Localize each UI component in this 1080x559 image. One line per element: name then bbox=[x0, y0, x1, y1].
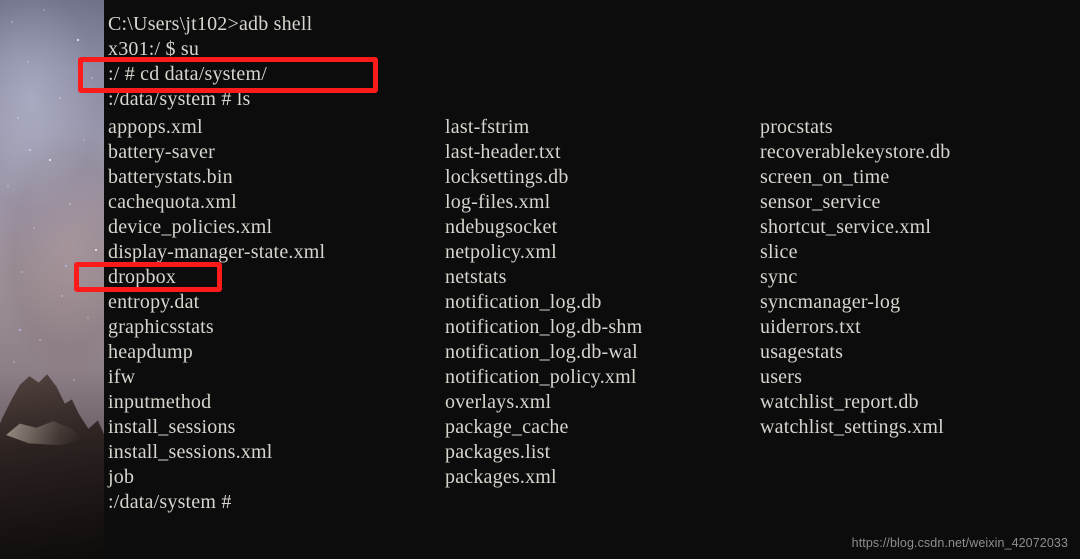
list-item[interactable]: entropy.dat bbox=[108, 290, 325, 315]
list-item[interactable]: ifw bbox=[108, 365, 325, 390]
list-item[interactable]: netpolicy.xml bbox=[445, 240, 642, 265]
terminal-prompt-line: :/data/system # bbox=[108, 491, 232, 513]
list-item[interactable]: users bbox=[760, 365, 950, 390]
list-item[interactable]: locksettings.db bbox=[445, 165, 642, 190]
list-item[interactable]: notification_policy.xml bbox=[445, 365, 642, 390]
list-item[interactable]: log-files.xml bbox=[445, 190, 642, 215]
list-item[interactable]: appops.xml bbox=[108, 115, 325, 140]
list-item[interactable]: overlays.xml bbox=[445, 390, 642, 415]
list-item[interactable]: device_policies.xml bbox=[108, 215, 325, 240]
desktop-wallpaper bbox=[0, 0, 104, 559]
terminal-line-adb-shell: C:\Users\jt102>adb shell bbox=[108, 13, 313, 35]
listing-column-3: procstats recoverablekeystore.db screen_… bbox=[760, 115, 950, 440]
list-item[interactable]: graphicsstats bbox=[108, 315, 325, 340]
list-item[interactable]: sync bbox=[760, 265, 950, 290]
list-item[interactable]: shortcut_service.xml bbox=[760, 215, 950, 240]
list-item[interactable]: procstats bbox=[760, 115, 950, 140]
listing-column-2: last-fstrim last-header.txt locksettings… bbox=[445, 115, 642, 490]
list-item[interactable]: watchlist_settings.xml bbox=[760, 415, 950, 440]
list-item[interactable]: notification_log.db-shm bbox=[445, 315, 642, 340]
list-item[interactable]: slice bbox=[760, 240, 950, 265]
list-item[interactable]: ndebugsocket bbox=[445, 215, 642, 240]
list-item[interactable]: display-manager-state.xml bbox=[108, 240, 325, 265]
terminal-line-ls: :/data/system # ls bbox=[108, 88, 251, 110]
list-item[interactable]: usagestats bbox=[760, 340, 950, 365]
list-item[interactable]: notification_log.db bbox=[445, 290, 642, 315]
terminal-line-su: x301:/ $ su bbox=[108, 38, 200, 60]
listing-column-1: appops.xml battery-saver batterystats.bi… bbox=[108, 115, 325, 490]
list-item[interactable]: recoverablekeystore.db bbox=[760, 140, 950, 165]
list-item[interactable]: screen_on_time bbox=[760, 165, 950, 190]
terminal-window[interactable]: C:\Users\jt102>adb shell x301:/ $ su :/ … bbox=[104, 0, 1080, 559]
list-item[interactable]: install_sessions bbox=[108, 415, 325, 440]
list-item[interactable]: syncmanager-log bbox=[760, 290, 950, 315]
list-item[interactable]: job bbox=[108, 465, 325, 490]
list-item[interactable]: watchlist_report.db bbox=[760, 390, 950, 415]
watermark: https://blog.csdn.net/weixin_42072033 bbox=[851, 536, 1068, 550]
list-item[interactable]: package_cache bbox=[445, 415, 642, 440]
list-item[interactable]: uiderrors.txt bbox=[760, 315, 950, 340]
list-item[interactable]: batterystats.bin bbox=[108, 165, 325, 190]
terminal-line-cd: :/ # cd data/system/ bbox=[108, 63, 267, 85]
list-item[interactable]: packages.xml bbox=[445, 465, 642, 490]
list-item[interactable]: install_sessions.xml bbox=[108, 440, 325, 465]
list-item[interactable]: battery-saver bbox=[108, 140, 325, 165]
list-item[interactable]: inputmethod bbox=[108, 390, 325, 415]
screen: C:\Users\jt102>adb shell x301:/ $ su :/ … bbox=[0, 0, 1080, 559]
list-item[interactable]: last-fstrim bbox=[445, 115, 642, 140]
list-item-dropbox[interactable]: dropbox bbox=[108, 265, 325, 290]
list-item[interactable]: netstats bbox=[445, 265, 642, 290]
list-item[interactable]: heapdump bbox=[108, 340, 325, 365]
list-item[interactable]: last-header.txt bbox=[445, 140, 642, 165]
list-item[interactable]: packages.list bbox=[445, 440, 642, 465]
list-item[interactable]: sensor_service bbox=[760, 190, 950, 215]
list-item[interactable]: cachequota.xml bbox=[108, 190, 325, 215]
list-item[interactable]: notification_log.db-wal bbox=[445, 340, 642, 365]
